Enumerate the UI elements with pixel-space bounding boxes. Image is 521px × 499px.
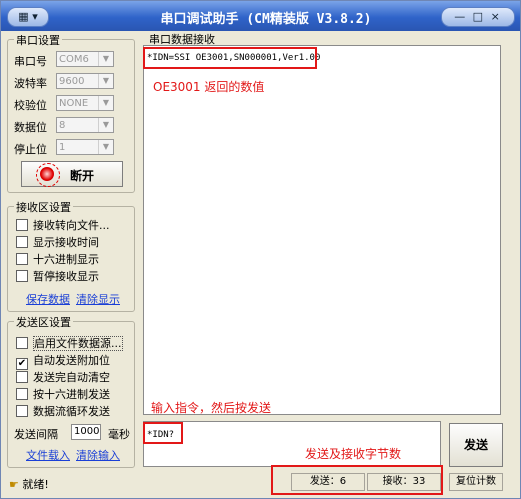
sysmenu-arrow-icon: ▾ [32, 10, 38, 23]
port-value: COM6 [59, 54, 89, 65]
status-ready: ☛ 就绪! [9, 476, 49, 492]
count-highlight-box [271, 465, 443, 495]
checkbox-label: 启用文件数据源... [33, 336, 123, 351]
show-time-checkbox[interactable]: 显示接收时间 [16, 234, 99, 250]
status-led-icon [36, 163, 60, 187]
system-menu-button[interactable]: ▦ ▾ [7, 7, 49, 27]
parity-label: 校验位 [14, 99, 47, 112]
receive-to-file-checkbox[interactable]: 接收转向文件... [16, 217, 110, 233]
parity-value: NONE [59, 98, 89, 109]
checkbox-icon [16, 337, 28, 349]
chevron-down-icon: ▼ [98, 96, 113, 110]
interval-unit: 毫秒 [108, 428, 130, 441]
send-settings-group: 发送区设置 启用文件数据源... ✔ 自动发送附加位 发送完自动清空 按十六进制发… [7, 314, 135, 468]
save-data-link[interactable]: 保存数据 [26, 291, 70, 307]
databits-value: 8 [59, 120, 66, 131]
status-ready-text: 就绪! [22, 478, 49, 491]
stopbits-select[interactable]: 1 ▼ [56, 139, 114, 155]
databits-select[interactable]: 8 ▼ [56, 117, 114, 133]
baud-label: 波特率 [14, 77, 47, 90]
interval-label: 发送间隔 [14, 428, 58, 441]
baud-select[interactable]: 9600 ▼ [56, 73, 114, 89]
chevron-down-icon: ▼ [98, 52, 113, 66]
checkbox-icon [16, 219, 28, 231]
receive-settings-group: 接收区设置 接收转向文件... 显示接收时间 十六进制显示 暂停接收显示 保存数… [7, 199, 135, 312]
title-bar[interactable]: ▦ ▾ 串口调试助手 (CM精装版 V3.8.2) — □ × [1, 1, 520, 31]
port-label: 串口号 [14, 55, 47, 68]
receive-textarea[interactable]: *IDN=SSI OE3001,SN000001,Ver1.00 [143, 45, 501, 415]
baud-value: 9600 [59, 76, 85, 87]
hex-display-checkbox[interactable]: 十六进制显示 [16, 251, 99, 267]
parity-select[interactable]: NONE ▼ [56, 95, 114, 111]
checkbox-label: 暂停接收显示 [33, 270, 99, 283]
checkbox-icon [16, 405, 28, 417]
clear-input-link[interactable]: 清除输入 [76, 447, 120, 463]
port-select[interactable]: COM6 ▼ [56, 51, 114, 67]
reset-count-button[interactable]: 复位计数 [449, 473, 503, 491]
send-settings-title: 发送区设置 [14, 314, 73, 330]
clear-display-link[interactable]: 清除显示 [76, 291, 120, 307]
auto-clear-checkbox[interactable]: 发送完自动清空 [16, 369, 110, 385]
checkbox-label: 数据流循环发送 [33, 405, 110, 418]
checkbox-label: 十六进制显示 [33, 253, 99, 266]
stopbits-value: 1 [59, 142, 66, 153]
checkbox-icon [16, 388, 28, 400]
input-hint-annotation: 输入指令，然后按发送 [151, 401, 272, 415]
receive-settings-title: 接收区设置 [14, 199, 73, 215]
file-source-checkbox[interactable]: 启用文件数据源... [16, 335, 123, 351]
checkbox-label: 发送完自动清空 [33, 371, 110, 384]
interval-input[interactable]: 1000 [71, 424, 101, 440]
file-load-link[interactable]: 文件载入 [26, 447, 70, 463]
checkbox-icon [16, 253, 28, 265]
pointer-hand-icon: ☛ [9, 478, 19, 491]
serial-settings-title: 串口设置 [14, 32, 62, 48]
checkbox-icon [16, 236, 28, 248]
databits-label: 数据位 [14, 121, 47, 134]
app-icon: ▦ [18, 10, 29, 23]
hex-send-checkbox[interactable]: 按十六进制发送 [16, 386, 110, 402]
chevron-down-icon: ▼ [98, 140, 113, 154]
count-hint-annotation: 发送及接收字节数 [305, 447, 402, 461]
checkbox-label: 接收转向文件... [33, 219, 110, 232]
auto-append-checkbox[interactable]: ✔ 自动发送附加位 [16, 352, 110, 370]
checkbox-icon [16, 270, 28, 282]
disconnect-label: 断开 [70, 169, 95, 183]
window-controls[interactable]: — □ × [441, 7, 515, 27]
stopbits-label: 停止位 [14, 143, 47, 156]
reply-highlight-box [143, 47, 317, 69]
checkbox-label: 自动发送附加位 [33, 354, 110, 367]
chevron-down-icon: ▼ [98, 118, 113, 132]
send-button[interactable]: 发送 [449, 423, 503, 467]
checkbox-label: 显示接收时间 [33, 236, 99, 249]
loop-send-checkbox[interactable]: 数据流循环发送 [16, 403, 110, 419]
window-title: 串口调试助手 (CM精装版 V3.8.2) [160, 12, 372, 27]
disconnect-button[interactable]: 断开 [21, 161, 123, 187]
checkbox-label: 按十六进制发送 [33, 388, 110, 401]
pause-display-checkbox[interactable]: 暂停接收显示 [16, 268, 99, 284]
reply-annotation: OE3001 返回的数值 [153, 80, 265, 94]
command-highlight-box [143, 422, 183, 444]
checkbox-icon [16, 371, 28, 383]
app-window: ▦ ▾ 串口调试助手 (CM精装版 V3.8.2) — □ × 串口设置 串口号… [0, 0, 521, 499]
chevron-down-icon: ▼ [98, 74, 113, 88]
